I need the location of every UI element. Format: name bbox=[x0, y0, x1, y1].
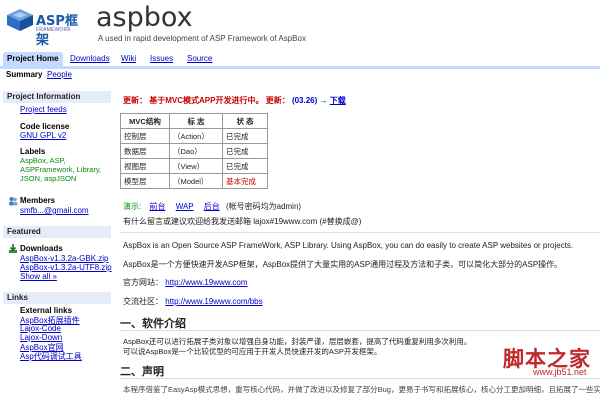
intro-cn: AspBox是一个方便快速开发ASP框架，AspBox提供了大量实用的ASP通用… bbox=[123, 260, 563, 269]
labels-label: Labels bbox=[20, 147, 46, 156]
download-file-utf8[interactable]: AspBox-v1.3.2a-UTF8.zip bbox=[20, 263, 112, 272]
member-link[interactable]: smfb...@gmail.com bbox=[20, 206, 89, 215]
subnav-summary[interactable]: Summary bbox=[6, 70, 42, 79]
project-header: ASP框架 FRAMEWORK aspbox A used in rapid d… bbox=[0, 0, 600, 48]
table-cell: （Model） bbox=[169, 173, 223, 189]
mvc-status-table: MVC结构 标 志 状 态 控制层 （Action） 已完成 数据层 （Dao）… bbox=[120, 113, 268, 189]
section2-text: 本程序借鉴了EasyAsp模式思想，重写核心代码，并做了改进以及修复了部分Bug… bbox=[123, 385, 600, 394]
demo-link-admin[interactable]: 后台 bbox=[204, 202, 220, 211]
intro-en: AspBox is an Open Source ASP FrameWork, … bbox=[123, 241, 574, 250]
table-cell: 数据层 bbox=[120, 143, 170, 159]
demo-link-front[interactable]: 前台 bbox=[149, 202, 165, 211]
members-icon bbox=[9, 197, 18, 206]
downloads-label: Downloads bbox=[20, 244, 63, 253]
section-heading: 一、软件介绍 bbox=[120, 318, 186, 330]
official-site-link[interactable]: http://www.19www.com bbox=[165, 278, 247, 287]
contact-text: 有什么留言或建议欢迎给我发送邮箱 lajox#19www.com (#替换成@) bbox=[123, 217, 362, 226]
download-file-gbk[interactable]: AspBox-v1.3.2a-GBK.zip bbox=[20, 254, 108, 263]
official-site-label: 官方网站： bbox=[123, 278, 163, 287]
tab-issues[interactable]: Issues bbox=[150, 52, 173, 66]
logo-cube-icon bbox=[7, 9, 33, 31]
update-notice: 更新： 基于MVC模式APP开发进行中。 更新： (03.26) → 下载 bbox=[123, 95, 346, 106]
downloads-icon bbox=[9, 244, 17, 253]
project-tabs: Project Home Downloads Wiki Issues Sourc… bbox=[0, 52, 600, 69]
table-cell: 已完成 bbox=[222, 128, 268, 144]
update-prefix: 更新： bbox=[123, 96, 147, 105]
code-license-label: Code license bbox=[20, 122, 70, 131]
table-row: 数据层 （Dao） 已完成 bbox=[120, 143, 268, 159]
table-cell: 已完成 bbox=[222, 143, 268, 159]
tab-project-home[interactable]: Project Home bbox=[3, 52, 63, 66]
divider bbox=[120, 378, 600, 379]
table-cell: 控制层 bbox=[120, 128, 170, 144]
featured-heading: Featured bbox=[3, 226, 111, 238]
update-text: 基于MVC模式APP开发进行中。 bbox=[149, 96, 264, 105]
tab-downloads[interactable]: Downloads bbox=[70, 52, 110, 66]
external-link-item[interactable]: Lajox-Down bbox=[20, 333, 62, 342]
update-prefix-2: 更新： bbox=[265, 96, 290, 105]
external-link-item[interactable]: Asp代码调试工具 bbox=[20, 351, 82, 362]
demo-label: 演示: bbox=[123, 202, 142, 211]
section-heading: 二、声明 bbox=[120, 366, 164, 378]
community-label: 交流社区： bbox=[123, 297, 163, 306]
sidebar: Project Information Project feeds Code l… bbox=[0, 91, 112, 396]
table-row: 视图层 （View） 已完成 bbox=[120, 158, 268, 174]
show-all-downloads-link[interactable]: Show all » bbox=[20, 272, 57, 281]
project-logo[interactable]: ASP框架 FRAMEWORK bbox=[6, 6, 84, 48]
tab-wiki[interactable]: Wiki bbox=[121, 52, 136, 66]
site-watermark-url: www.jb51.net bbox=[533, 367, 587, 377]
tab-source[interactable]: Source bbox=[187, 52, 212, 66]
logo-tagline: FRAMEWORK bbox=[36, 27, 71, 33]
table-cell: （Dao） bbox=[169, 143, 223, 159]
labels-list[interactable]: AspBox, ASP, ASPFramework, Library, JSON… bbox=[20, 156, 108, 183]
subnav-people[interactable]: People bbox=[47, 70, 72, 79]
links-heading: Links bbox=[3, 292, 111, 304]
table-cell: 基本完成 bbox=[222, 173, 268, 189]
column-header: 标 志 bbox=[169, 113, 223, 129]
project-summary: A used in rapid development of ASP Frame… bbox=[98, 34, 306, 43]
external-links-label: External links bbox=[20, 306, 73, 315]
demo-line: 演示: 前台 WAP 后台 (帐号密码均为admin) bbox=[123, 201, 301, 212]
table-header-row: MVC结构 标 志 状 态 bbox=[120, 113, 268, 129]
license-link[interactable]: GNU GPL v2 bbox=[20, 131, 66, 140]
demo-note: (帐号密码均为admin) bbox=[225, 202, 302, 211]
external-link-item[interactable]: Lajox-Code bbox=[20, 324, 61, 333]
members-label: Members bbox=[20, 196, 56, 205]
table-cell: 模型层 bbox=[120, 173, 170, 189]
table-cell: 视图层 bbox=[120, 158, 170, 174]
download-link[interactable]: 下载 bbox=[330, 96, 346, 105]
official-site-line: 官方网站： http://www.19www.com bbox=[123, 277, 247, 288]
table-cell: （Action） bbox=[169, 128, 223, 144]
demo-link-wap[interactable]: WAP bbox=[176, 202, 194, 211]
table-row: 模型层 （Model） 基本完成 bbox=[120, 173, 268, 189]
column-header: 状 态 bbox=[222, 113, 268, 129]
project-feeds-link[interactable]: Project feeds bbox=[20, 105, 67, 114]
community-line: 交流社区： http://www.19www.com/bbs bbox=[123, 296, 263, 307]
divider bbox=[120, 330, 600, 331]
project-info-heading: Project Information bbox=[3, 91, 111, 103]
divider bbox=[120, 232, 600, 233]
table-row: 控制层 （Action） 已完成 bbox=[120, 128, 268, 144]
project-title[interactable]: aspbox bbox=[96, 2, 193, 33]
section1-text: 可以说AspBox是一个比较优型的可应用于开发人员快速开发的ASP开发框架。 bbox=[123, 347, 382, 356]
community-link[interactable]: http://www.19www.com/bbs bbox=[165, 297, 262, 306]
table-cell: 已完成 bbox=[222, 158, 268, 174]
column-header: MVC结构 bbox=[120, 113, 170, 129]
update-date: (03.26) → bbox=[291, 96, 328, 105]
sub-navigation: Summary People bbox=[0, 68, 600, 80]
table-cell: （View） bbox=[169, 158, 223, 174]
